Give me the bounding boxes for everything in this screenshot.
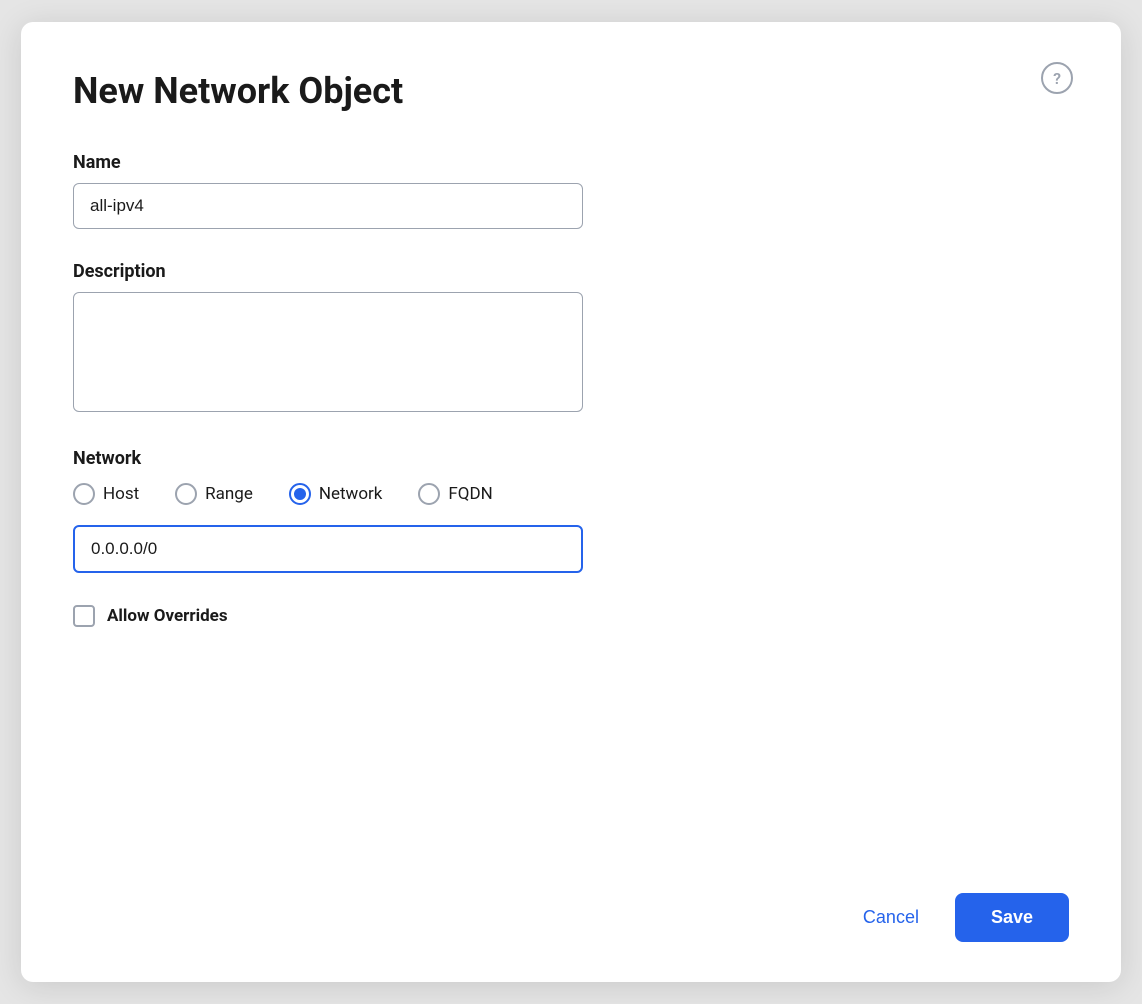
allow-overrides-label: Allow Overrides: [107, 606, 228, 626]
network-value-input[interactable]: [73, 525, 583, 573]
radio-option-host[interactable]: Host: [73, 483, 139, 505]
radio-option-range[interactable]: Range: [175, 483, 253, 505]
radio-host-label: Host: [103, 484, 139, 504]
allow-overrides-checkbox[interactable]: [73, 605, 95, 627]
description-label: Description: [73, 261, 1069, 282]
name-label: Name: [73, 152, 1069, 173]
allow-overrides-row: Allow Overrides: [73, 605, 1069, 627]
description-textarea[interactable]: [73, 292, 583, 412]
radio-fqdn-indicator[interactable]: [418, 483, 440, 505]
name-input[interactable]: [73, 183, 583, 229]
network-section: Network Host Range Network FQDN: [73, 448, 1069, 573]
radio-option-fqdn[interactable]: FQDN: [418, 483, 492, 505]
radio-range-indicator[interactable]: [175, 483, 197, 505]
network-section-label: Network: [73, 448, 1069, 469]
dialog-title: New Network Object: [73, 70, 1069, 112]
help-icon[interactable]: ?: [1041, 62, 1073, 94]
radio-network-indicator[interactable]: [289, 483, 311, 505]
radio-host-indicator[interactable]: [73, 483, 95, 505]
name-section: Name: [73, 152, 1069, 229]
radio-network-label: Network: [319, 484, 383, 504]
radio-range-label: Range: [205, 484, 253, 504]
radio-option-network[interactable]: Network: [289, 483, 383, 505]
network-type-radio-group: Host Range Network FQDN: [73, 483, 1069, 505]
radio-fqdn-label: FQDN: [448, 484, 492, 504]
description-section: Description: [73, 261, 1069, 416]
cancel-button[interactable]: Cancel: [843, 895, 939, 940]
new-network-object-dialog: ? New Network Object Name Description Ne…: [21, 22, 1121, 982]
dialog-footer: Cancel Save: [843, 893, 1069, 942]
save-button[interactable]: Save: [955, 893, 1069, 942]
